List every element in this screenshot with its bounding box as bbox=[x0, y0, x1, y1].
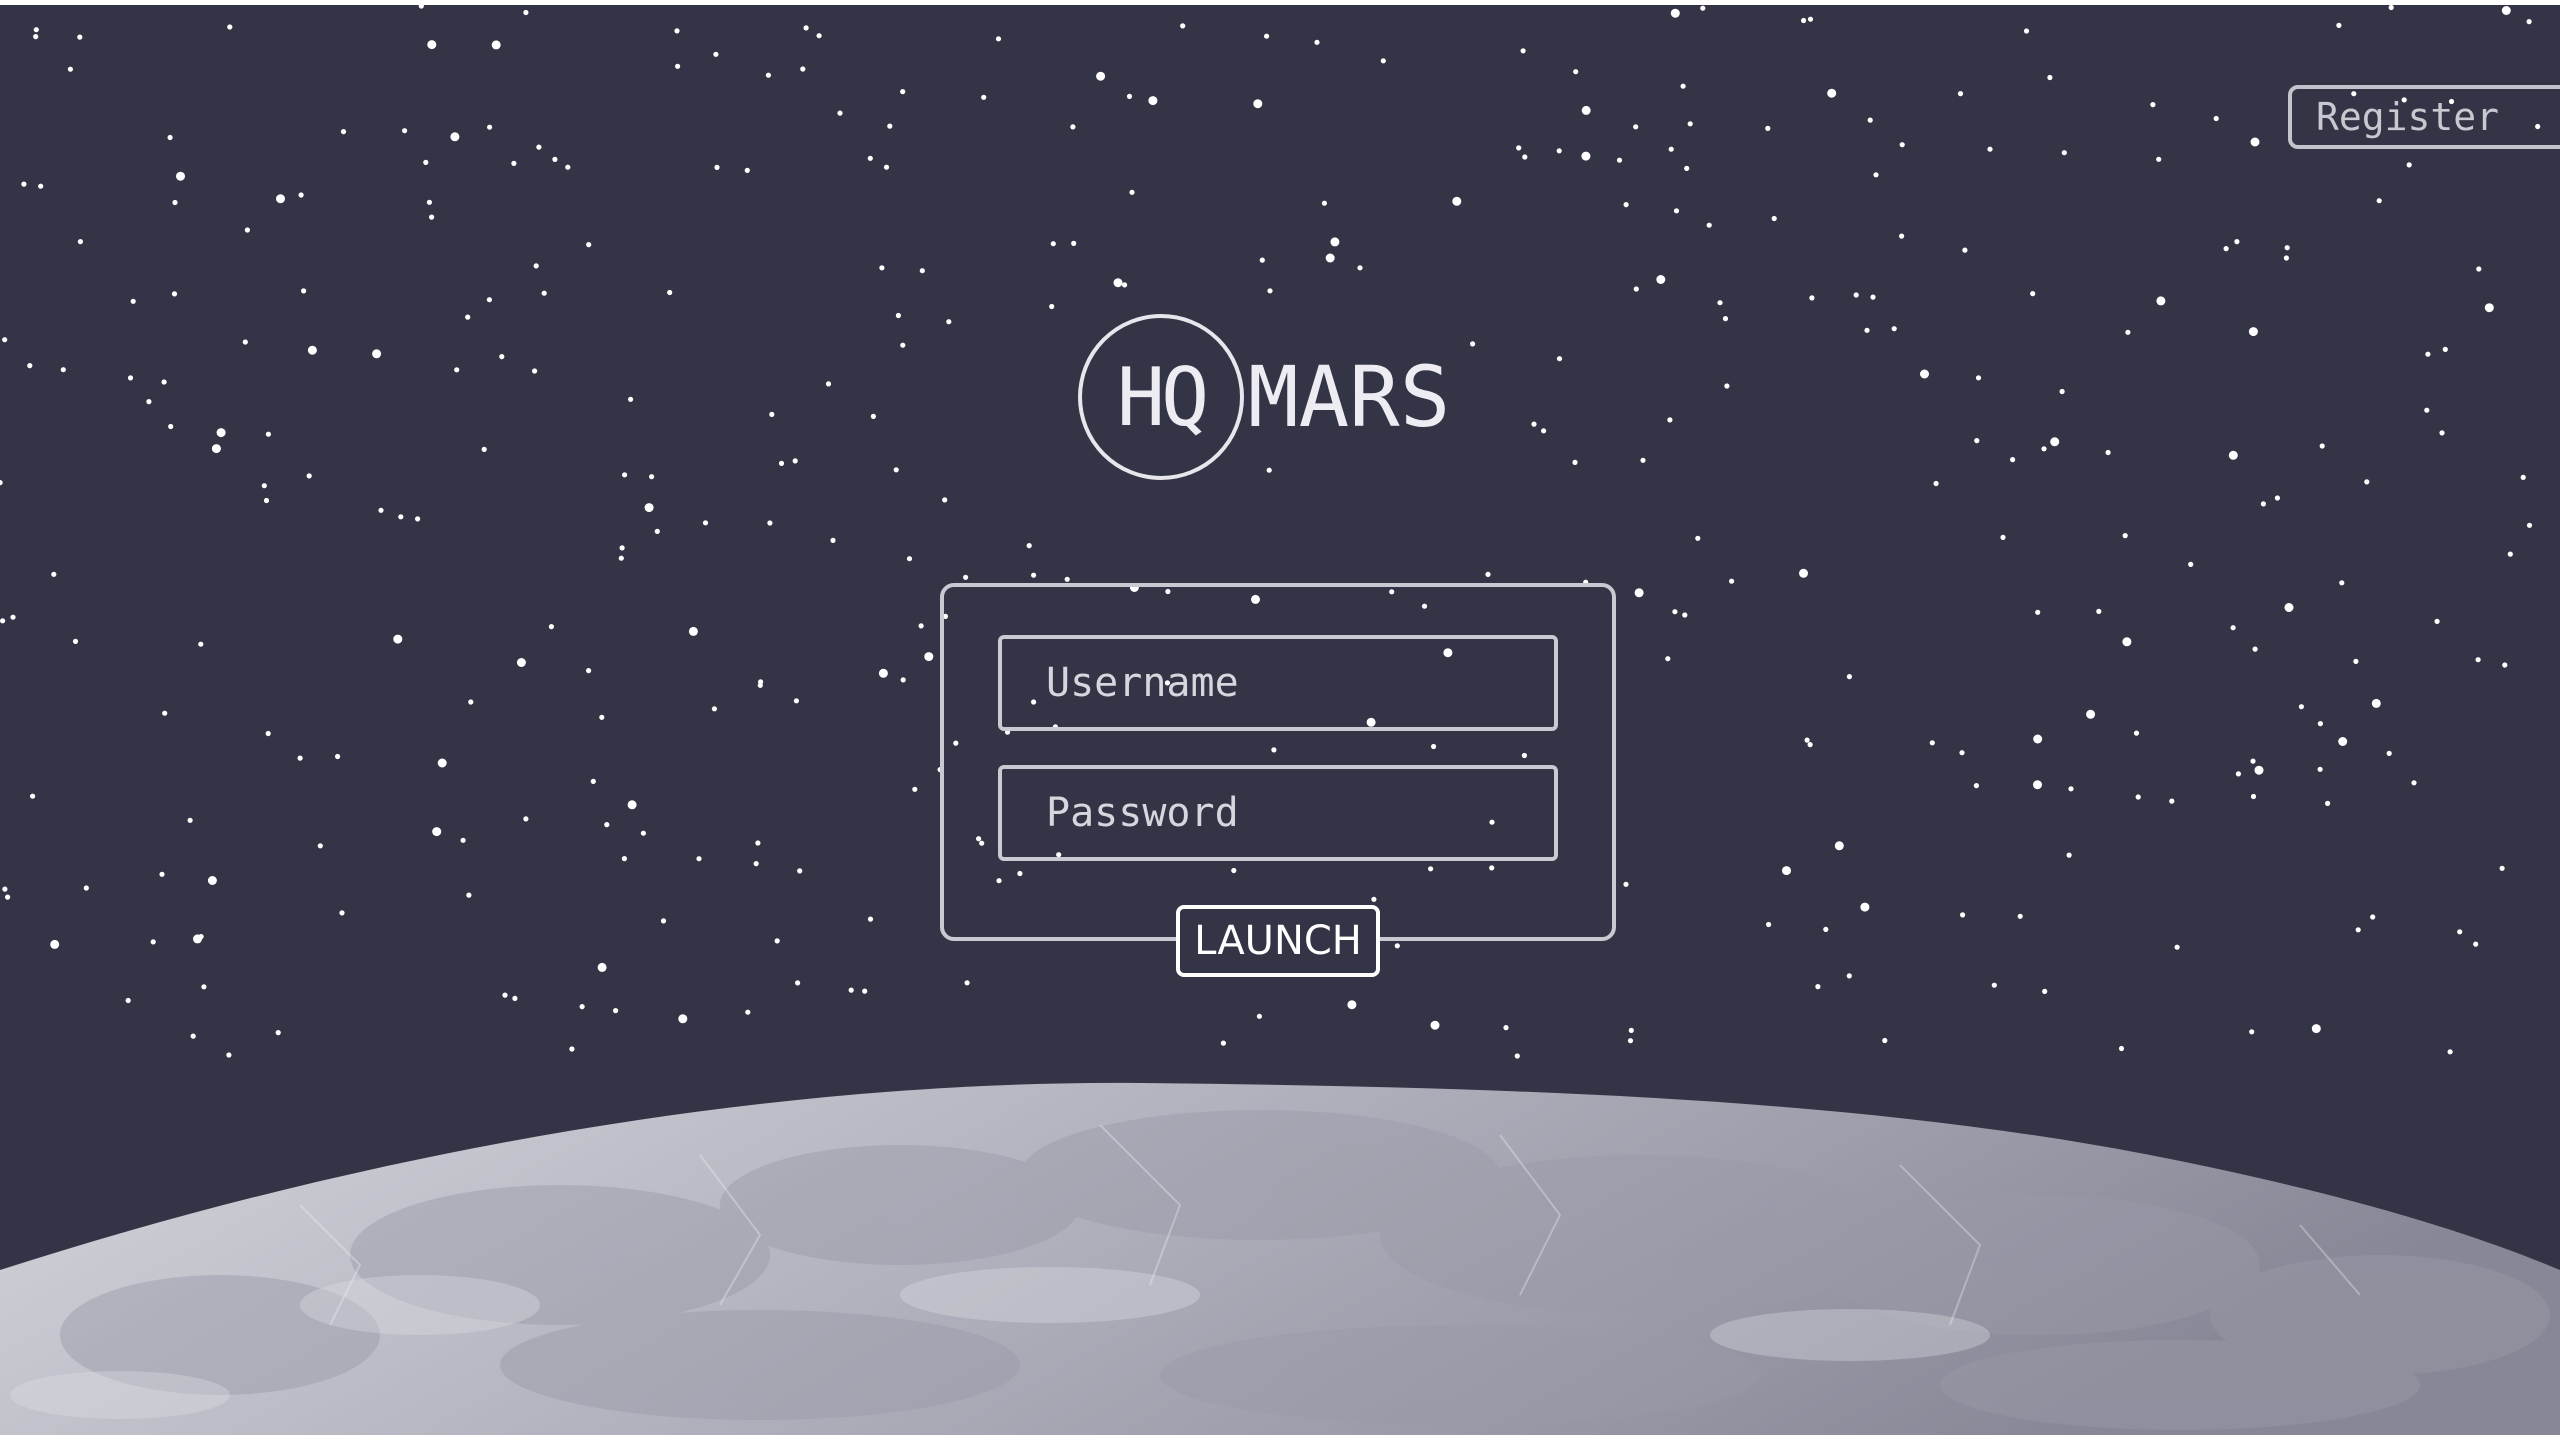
logo-circle-text: HQ bbox=[1116, 350, 1209, 444]
logo-circle-badge: HQ bbox=[1078, 314, 1244, 480]
login-screen: Register HQ MARS LAUNCH bbox=[0, 0, 2560, 1440]
username-input[interactable] bbox=[998, 635, 1558, 731]
logo-wordmark: MARS bbox=[1248, 348, 1451, 446]
register-button[interactable]: Register bbox=[2288, 85, 2560, 149]
space-background: Register HQ MARS LAUNCH bbox=[0, 5, 2560, 1435]
password-input[interactable] bbox=[998, 765, 1558, 861]
hq-mars-logo: HQ MARS bbox=[1078, 309, 1450, 485]
launch-button[interactable]: LAUNCH bbox=[1176, 905, 1380, 977]
bottom-edge bbox=[0, 1435, 2560, 1440]
